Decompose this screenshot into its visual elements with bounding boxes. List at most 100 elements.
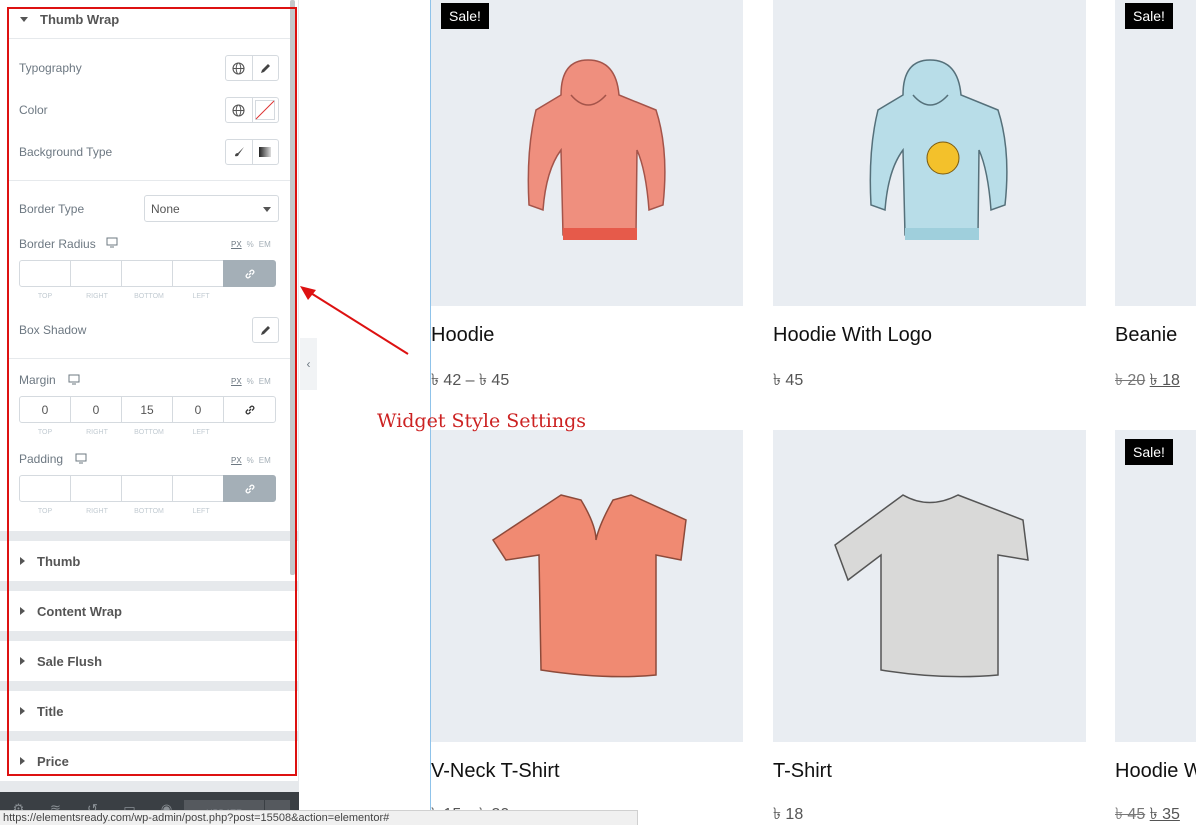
padding-top[interactable] [19, 475, 71, 502]
product-title[interactable]: Hoodie W [1115, 760, 1196, 783]
price-old: ৳ 45 [1115, 806, 1146, 823]
dim-top-label: TOP [37, 429, 53, 436]
scrollbar-thumb[interactable] [290, 0, 295, 575]
product-image-beanie[interactable]: Sale! [1115, 0, 1196, 306]
product-price: ৳ 45 [773, 372, 804, 389]
margin-left[interactable]: 0 [172, 396, 224, 423]
section-gap [0, 781, 299, 792]
desktop-icon[interactable] [68, 374, 80, 385]
color-label: Color [19, 103, 48, 117]
unit-px[interactable]: PX [231, 377, 242, 386]
margin-label: Margin [19, 373, 56, 387]
color-swatch-empty-icon[interactable] [251, 98, 279, 122]
padding-inputs [19, 475, 279, 502]
unit-percent[interactable]: % [247, 456, 254, 465]
unit-em[interactable]: EM [259, 377, 271, 386]
link-icon[interactable] [223, 475, 276, 502]
section-title: Thumb [37, 553, 81, 569]
gradient-icon[interactable] [251, 140, 279, 164]
sale-badge: Sale! [1125, 439, 1173, 465]
unit-em[interactable]: EM [259, 240, 271, 249]
border-type-label: Border Type [19, 202, 85, 216]
pencil-icon[interactable] [251, 56, 279, 80]
product-image-hoodie-w[interactable]: Sale! [1115, 430, 1196, 742]
caret-right-icon [20, 557, 25, 565]
product-title[interactable]: Beanie [1115, 324, 1177, 347]
border-radius-label: Border Radius [19, 237, 96, 251]
link-icon[interactable] [223, 260, 276, 287]
product-title[interactable]: Hoodie With Logo [773, 324, 932, 347]
panel-scroll[interactable]: Thumb Wrap Typography Color Background T… [0, 0, 299, 792]
section-title: Price [37, 753, 69, 769]
price-new: ৳ 18 [1149, 372, 1180, 389]
product-image-hoodie-with-logo[interactable] [773, 0, 1086, 306]
unit-px[interactable]: PX [231, 456, 242, 465]
padding-label: Padding [19, 452, 64, 466]
border-radius-bottom[interactable] [121, 260, 173, 287]
unit-px[interactable]: PX [231, 240, 242, 249]
unit-em[interactable]: EM [259, 456, 271, 465]
margin-right[interactable]: 0 [70, 396, 122, 423]
typography-label: Typography [19, 61, 82, 75]
browser-status-url: https://elementsready.com/wp-admin/post.… [0, 810, 638, 825]
product-title[interactable]: T-Shirt [773, 760, 832, 783]
price-old: ৳ 20 [1115, 372, 1146, 389]
hoodie-image [527, 59, 666, 240]
dim-right-label: RIGHT [86, 508, 108, 515]
chevron-left-icon: ‹ [306, 357, 311, 371]
product-image-vneck[interactable] [431, 430, 743, 742]
section-thumb[interactable]: Thumb [8, 541, 292, 581]
brush-icon[interactable] [226, 140, 252, 164]
section-content-wrap[interactable]: Content Wrap [8, 591, 292, 631]
price-new: ৳ 35 [1149, 806, 1180, 823]
globe-icon[interactable] [226, 56, 252, 80]
annotation-arrow-icon [300, 286, 409, 355]
desktop-icon[interactable] [106, 237, 118, 248]
dim-right-label: RIGHT [86, 293, 108, 300]
dim-left-label: LEFT [192, 429, 210, 436]
unit-switcher[interactable]: PX% EM [231, 456, 276, 465]
unit-switcher[interactable]: PX% EM [231, 240, 276, 249]
box-shadow-edit-button[interactable] [252, 317, 279, 343]
globe-icon[interactable] [226, 98, 252, 122]
margin-top[interactable]: 0 [19, 396, 71, 423]
section-title-style[interactable]: Title [8, 691, 292, 731]
unit-percent[interactable]: % [247, 240, 254, 249]
typography-controls [225, 55, 279, 81]
section-gap [0, 581, 299, 591]
unit-percent[interactable]: % [247, 377, 254, 386]
padding-right[interactable] [70, 475, 122, 502]
sale-badge: Sale! [1125, 3, 1173, 29]
padding-left[interactable] [172, 475, 224, 502]
product-image-hoodie[interactable]: Sale! [431, 0, 743, 306]
dim-right-label: RIGHT [86, 429, 108, 436]
product-title[interactable]: V-Neck T-Shirt [431, 760, 560, 783]
box-shadow-label: Box Shadow [19, 323, 87, 337]
border-radius-top[interactable] [19, 260, 71, 287]
dim-bottom-label: BOTTOM [134, 429, 164, 436]
product-title[interactable]: Hoodie [431, 324, 494, 347]
border-type-select[interactable]: None [144, 195, 279, 222]
desktop-icon[interactable] [75, 453, 87, 464]
annotation-label: Widget Style Settings [377, 410, 587, 432]
margin-bottom[interactable]: 15 [121, 396, 173, 423]
link-icon[interactable] [223, 396, 276, 423]
unit-switcher[interactable]: PX% EM [231, 377, 276, 386]
dim-top-label: TOP [37, 293, 53, 300]
product-image-tshirt[interactable] [773, 430, 1086, 742]
section-thumb-wrap[interactable]: Thumb Wrap [8, 0, 292, 38]
hoodie-logo-image [869, 59, 1008, 240]
dim-bottom-label: BOTTOM [134, 508, 164, 515]
background-type-label: Background Type [19, 145, 113, 159]
border-radius-left[interactable] [172, 260, 224, 287]
section-title: Title [37, 703, 64, 719]
border-radius-right[interactable] [70, 260, 122, 287]
editor-panel: Thumb Wrap Typography Color Background T… [0, 0, 299, 825]
padding-bottom[interactable] [121, 475, 173, 502]
section-price[interactable]: Price [8, 741, 292, 781]
dim-bottom-label: BOTTOM [134, 293, 164, 300]
section-sale-flush[interactable]: Sale Flush [8, 641, 292, 681]
background-type-controls [225, 139, 279, 165]
product-price: ৳ 45 ৳ 35 [1115, 801, 1180, 828]
dim-left-label: LEFT [192, 508, 210, 515]
